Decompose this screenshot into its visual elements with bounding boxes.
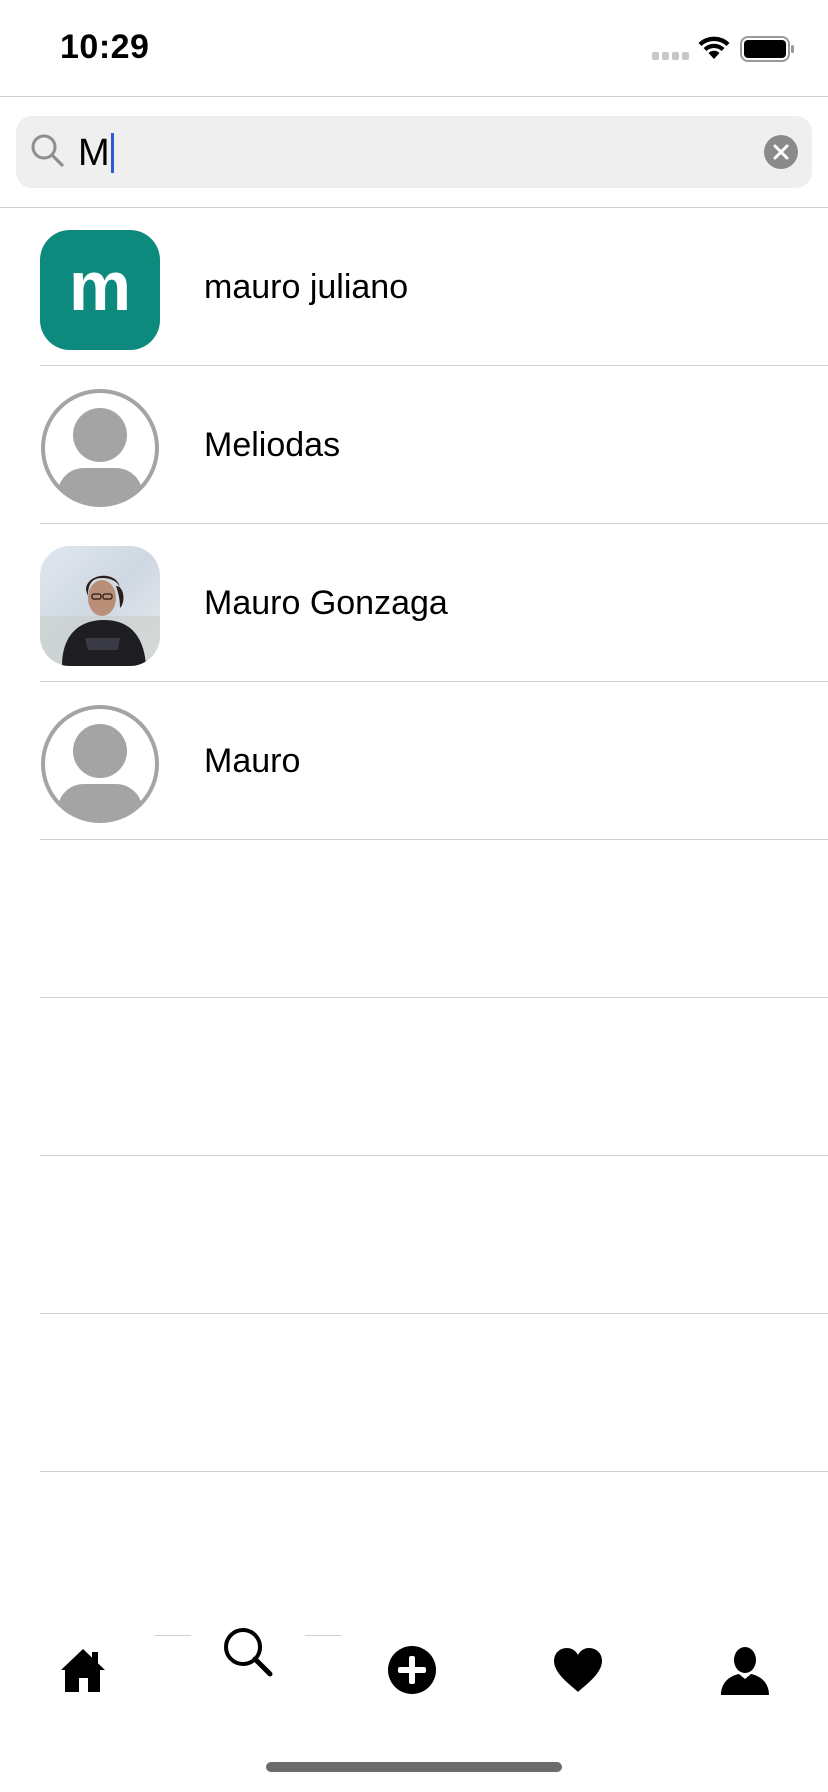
tab-search[interactable] xyxy=(193,1620,303,1720)
tab-selection-indicator xyxy=(305,1635,341,1636)
username-label: Mauro xyxy=(204,742,301,780)
username-label: Mauro Gonzaga xyxy=(204,584,448,622)
profile-icon xyxy=(721,1647,769,1695)
search-query-text: M xyxy=(78,132,110,174)
search-icon xyxy=(31,134,64,167)
cellular-signal-icon xyxy=(652,52,689,60)
user-row[interactable]: Mauro Gonzaga xyxy=(0,524,828,682)
default-profile-icon xyxy=(41,705,159,823)
avatar xyxy=(40,704,160,824)
home-indicator xyxy=(266,1762,562,1772)
avatar xyxy=(40,388,160,508)
search-icon xyxy=(224,1628,273,1677)
search-bar[interactable]: M xyxy=(16,116,812,188)
clear-search-button[interactable] xyxy=(764,135,798,169)
tab-profile[interactable] xyxy=(690,1620,800,1720)
tab-bar xyxy=(0,1620,828,1740)
search-input[interactable]: M xyxy=(78,133,114,173)
text-caret xyxy=(110,133,114,173)
status-bar: 10:29 xyxy=(0,0,828,96)
close-icon xyxy=(773,144,789,160)
tab-activity[interactable] xyxy=(523,1620,633,1720)
user-row[interactable]: Meliodas xyxy=(0,366,828,524)
battery-icon xyxy=(740,36,794,62)
avatar-photo xyxy=(40,546,160,666)
heart-icon xyxy=(554,1648,602,1692)
add-circle-icon xyxy=(388,1646,436,1694)
avatar-letter: m xyxy=(68,247,132,325)
top-divider xyxy=(0,96,828,97)
avatar: m xyxy=(40,230,160,350)
tab-add[interactable] xyxy=(357,1620,467,1720)
user-row[interactable]: m mauro juliano xyxy=(0,208,828,366)
user-row[interactable]: Mauro xyxy=(0,682,828,840)
wifi-icon xyxy=(698,36,730,59)
username-label: mauro juliano xyxy=(204,268,409,306)
empty-row xyxy=(0,998,828,1156)
profile-photo xyxy=(40,546,160,666)
default-profile-icon xyxy=(41,389,159,507)
tab-home[interactable] xyxy=(28,1620,138,1720)
empty-row xyxy=(0,840,828,998)
username-label: Meliodas xyxy=(204,426,341,464)
status-time: 10:29 xyxy=(60,28,150,66)
tab-selection-indicator xyxy=(155,1635,191,1636)
row-divider xyxy=(40,1471,828,1472)
empty-row xyxy=(0,1314,828,1472)
search-results-list: m mauro juliano Meliodas Mauro Gonzaga M… xyxy=(0,208,828,1472)
empty-row xyxy=(0,1156,828,1314)
home-icon xyxy=(61,1649,105,1692)
